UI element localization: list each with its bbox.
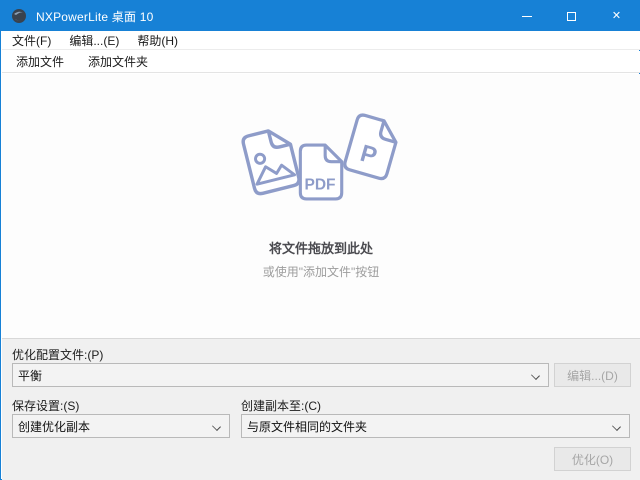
close-icon: ✕	[612, 11, 621, 22]
copy-destination-selected-value: 与原文件相同的文件夹	[247, 418, 367, 435]
app-icon	[11, 8, 27, 24]
edit-profile-button[interactable]: 编辑...(D)	[554, 363, 631, 387]
maximize-icon	[567, 12, 576, 21]
menu-help[interactable]: 帮助(H)	[128, 30, 187, 51]
file-drop-zone[interactable]: P PDF 将文件拖放到此处 或使用"添加文件"按钮	[2, 74, 640, 338]
chevron-down-icon	[531, 371, 540, 380]
drop-zone-title: 将文件拖放到此处	[269, 238, 373, 257]
titlebar[interactable]: NXPowerLite 桌面 10 ✕	[1, 1, 639, 31]
file-icons-illustration: P PDF	[236, 114, 406, 236]
minimize-button[interactable]	[504, 1, 549, 31]
save-settings-select[interactable]: 创建优化副本	[12, 414, 230, 438]
chevron-down-icon	[612, 422, 621, 431]
copy-destination-select[interactable]: 与原文件相同的文件夹	[241, 414, 630, 438]
profile-selected-value: 平衡	[18, 367, 42, 384]
drop-zone-subtitle: 或使用"添加文件"按钮	[263, 263, 380, 280]
window-title: NXPowerLite 桌面 10	[36, 8, 153, 25]
add-files-button[interactable]: 添加文件	[6, 50, 74, 73]
pdf-letters: PDF	[305, 177, 336, 194]
app-window: NXPowerLite 桌面 10 ✕ 文件(F) 编辑...(E) 帮助(H)…	[0, 0, 640, 480]
menu-edit[interactable]: 编辑...(E)	[60, 30, 128, 51]
chevron-down-icon	[212, 422, 221, 431]
pdf-file-icon: PDF	[294, 142, 346, 202]
save-settings-label: 保存设置:(S)	[12, 397, 79, 414]
minimize-icon	[522, 16, 532, 17]
add-folder-button[interactable]: 添加文件夹	[78, 50, 158, 73]
maximize-button[interactable]	[549, 1, 594, 31]
menu-file[interactable]: 文件(F)	[3, 30, 60, 51]
copy-destination-label: 创建副本至:(C)	[241, 397, 321, 414]
profile-select[interactable]: 平衡	[12, 363, 549, 387]
profile-label: 优化配置文件:(P)	[12, 346, 103, 363]
save-settings-selected-value: 创建优化副本	[18, 418, 90, 435]
presentation-file-icon: P	[336, 109, 405, 184]
toolbar: 添加文件 添加文件夹	[2, 51, 640, 73]
caption-buttons: ✕	[504, 1, 639, 31]
menubar: 文件(F) 编辑...(E) 帮助(H)	[2, 31, 640, 50]
settings-panel: 优化配置文件:(P) 平衡 编辑...(D) 保存设置:(S) 创建副本至:(C…	[2, 338, 640, 480]
optimize-button[interactable]: 优化(O)	[554, 447, 631, 471]
close-button[interactable]: ✕	[594, 1, 639, 31]
